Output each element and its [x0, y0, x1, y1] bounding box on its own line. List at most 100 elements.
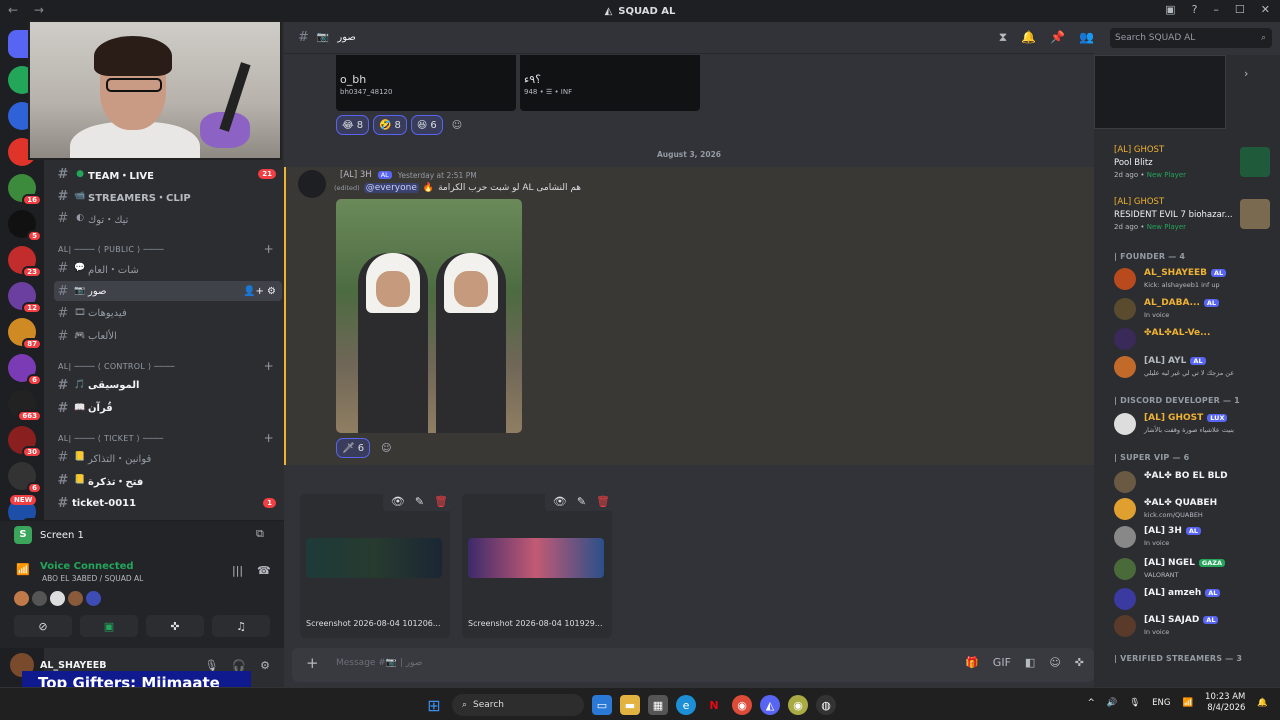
- help-icon[interactable]: ?: [1192, 3, 1198, 16]
- noise-suppression-icon[interactable]: |||: [232, 564, 243, 577]
- channel-item[interactable]: # 📒 فتح・تذكرة: [54, 470, 282, 490]
- member-item[interactable]: [AL] NGEL GAZA VALORANT: [1114, 555, 1276, 583]
- everyone-mention[interactable]: @everyone: [363, 183, 419, 193]
- taskbar-search[interactable]: ⌕ Search: [452, 694, 584, 716]
- server-icon[interactable]: 12: [8, 282, 42, 314]
- avatar[interactable]: [298, 170, 326, 198]
- bell-icon[interactable]: 🔔: [1021, 30, 1036, 45]
- new-pill[interactable]: NEW: [10, 495, 37, 505]
- channel-item[interactable]: # 📹 STREAMERS・CLIP: [54, 186, 282, 206]
- netflix-icon[interactable]: N: [704, 695, 724, 715]
- avatar[interactable]: [50, 591, 65, 606]
- add-channel-icon[interactable]: +: [264, 431, 274, 445]
- embed-card[interactable]: ؟٩ء 948 • ☰ • INF: [520, 55, 700, 111]
- disconnect-icon[interactable]: ☎: [257, 564, 271, 577]
- server-icon[interactable]: 16: [8, 174, 42, 206]
- trash-icon[interactable]: 🗑: [434, 495, 448, 508]
- pencil-icon[interactable]: ✎: [577, 495, 586, 508]
- windows-start-icon[interactable]: ⊞: [424, 695, 444, 715]
- reaction[interactable]: 😂 8: [336, 115, 370, 135]
- stream-preview[interactable]: [1094, 55, 1226, 129]
- notification-icon[interactable]: 🔔: [1257, 698, 1268, 708]
- avatar[interactable]: [14, 591, 29, 606]
- message-author[interactable]: [AL] 3H: [340, 170, 372, 180]
- server-icon[interactable]: 6: [8, 462, 42, 494]
- server-icon[interactable]: 6: [8, 354, 42, 386]
- channel-item-selected[interactable]: # 📷 صور 👤+ ⚙: [54, 281, 282, 301]
- reaction[interactable]: 🤣 8: [373, 115, 407, 135]
- sticker-icon[interactable]: ◧: [1025, 656, 1035, 669]
- member-item[interactable]: AL_SHAYEEB AL Kick: alshayeeb1 inf up: [1114, 265, 1276, 293]
- server-icon[interactable]: 23: [8, 246, 42, 278]
- add-channel-icon[interactable]: +: [264, 359, 274, 373]
- gif-icon[interactable]: GIF: [993, 656, 1011, 669]
- obs-icon[interactable]: ◍: [816, 695, 836, 715]
- member-item[interactable]: [AL] amzeh AL: [1114, 585, 1276, 613]
- activities-button[interactable]: ✜: [146, 615, 204, 637]
- channel-item[interactable]: # ◐ تيك・توك: [54, 208, 282, 228]
- apps-icon[interactable]: ✜: [1075, 656, 1084, 669]
- pin-icon[interactable]: 📌: [1050, 30, 1065, 45]
- plus-icon[interactable]: +: [306, 654, 319, 672]
- task-view-icon[interactable]: ▭: [592, 695, 612, 715]
- chevron-right-icon[interactable]: ›: [1244, 67, 1248, 80]
- eye-icon[interactable]: 👁: [391, 495, 405, 508]
- server-icon[interactable]: 663: [8, 390, 42, 422]
- channel-item[interactable]: # 📒 قوانين・التذاكر: [54, 447, 282, 467]
- members-icon[interactable]: 👥: [1079, 30, 1094, 45]
- screen-share-row[interactable]: S Screen 1: [14, 526, 84, 544]
- maximize-button[interactable]: ☐: [1235, 3, 1245, 16]
- file-explorer-icon[interactable]: ▬: [620, 695, 640, 715]
- gift-icon[interactable]: 🎁: [965, 656, 979, 669]
- gear-icon[interactable]: ⚙: [260, 659, 270, 672]
- channel-item[interactable]: # 🎮 الألعاب: [54, 326, 282, 346]
- threads-icon[interactable]: ⧗: [999, 30, 1007, 45]
- channel-item[interactable]: # ● TEAM・LIVE 21: [54, 164, 282, 184]
- attachment-card[interactable]: 👁 ✎ 🗑 Screenshot 2026-08-04 101206...: [300, 492, 456, 638]
- emoji-icon[interactable]: ☺: [1049, 656, 1060, 669]
- voice-channel[interactable]: ABO EL 3ABED / SQUAD AL: [42, 574, 143, 583]
- avatar[interactable]: [68, 591, 83, 606]
- nav-arrows[interactable]: ← →: [8, 3, 50, 17]
- activity-card[interactable]: [AL] GHOST RESIDENT EVIL 7 biohazar... 2d…: [1114, 197, 1276, 231]
- wifi-icon[interactable]: 📶: [1182, 698, 1193, 708]
- channel-item[interactable]: # ticket-0011 1: [54, 493, 282, 513]
- add-channel-icon[interactable]: +: [264, 242, 274, 256]
- member-item[interactable]: [AL] SAJAD AL In voice: [1114, 612, 1276, 640]
- trash-icon[interactable]: 🗑: [596, 495, 610, 508]
- reaction[interactable]: 😆 6: [410, 115, 443, 135]
- search-input[interactable]: Search SQUAD AL ⌕: [1110, 28, 1272, 48]
- channel-item[interactable]: # 🎞 فيديوهات: [54, 303, 282, 323]
- pencil-icon[interactable]: ✎: [415, 495, 424, 508]
- embed-card[interactable]: o_bh bh0347_48120: [336, 55, 516, 111]
- category-public[interactable]: AL| ──── ⟨ PUBLIC ⟩ ──── +: [58, 241, 280, 257]
- message-image[interactable]: [336, 199, 522, 433]
- member-item[interactable]: [AL] GHOST LUX بنيت علاشياء صورة وقفت بالأ…: [1114, 410, 1276, 438]
- member-item[interactable]: AL_DABA... AL In voice: [1114, 295, 1276, 323]
- member-item[interactable]: ✤AL✤ QUABEH kick.com/QUABEH: [1114, 495, 1276, 523]
- member-item[interactable]: [AL] 3H AL In voice: [1114, 523, 1276, 551]
- store-icon[interactable]: ▦: [648, 695, 668, 715]
- channel-item[interactable]: # 💬 شات・العام: [54, 258, 282, 278]
- category-ticket[interactable]: AL| ──── ⟨ TICKET ⟩ ──── +: [58, 430, 280, 446]
- eye-icon[interactable]: 👁: [553, 495, 567, 508]
- server-icon[interactable]: 30: [8, 426, 42, 458]
- edge-icon[interactable]: e: [676, 695, 696, 715]
- headphones-icon[interactable]: 🎧: [232, 659, 246, 672]
- chrome-icon[interactable]: ◉: [732, 695, 752, 715]
- avatar[interactable]: [86, 591, 101, 606]
- voice-status[interactable]: Voice Connected: [40, 561, 134, 572]
- add-reaction-icon[interactable]: ☺: [376, 438, 396, 458]
- volume-icon[interactable]: 🔊: [1107, 698, 1118, 708]
- chevron-up-icon[interactable]: ^: [1088, 698, 1095, 708]
- channel-item[interactable]: # 📖 قُرآن: [54, 398, 282, 418]
- add-reaction-icon[interactable]: ☺: [447, 115, 467, 135]
- reaction[interactable]: 🗡 6: [336, 438, 371, 458]
- mic-icon[interactable]: 🎙: [1129, 698, 1140, 708]
- activity-card[interactable]: [AL] GHOST Pool Blitz 2d ago • New Player: [1114, 145, 1276, 179]
- channel-item[interactable]: # 🎵 الموسيقى: [54, 375, 282, 395]
- channel-settings-icon[interactable]: 👤+ ⚙: [243, 286, 276, 297]
- attachment-card[interactable]: 👁 ✎ 🗑 Screenshot 2026-08-04 101929...: [462, 492, 618, 638]
- language-indicator[interactable]: ENG: [1152, 698, 1170, 708]
- chrome-canary-icon[interactable]: ◉: [788, 695, 808, 715]
